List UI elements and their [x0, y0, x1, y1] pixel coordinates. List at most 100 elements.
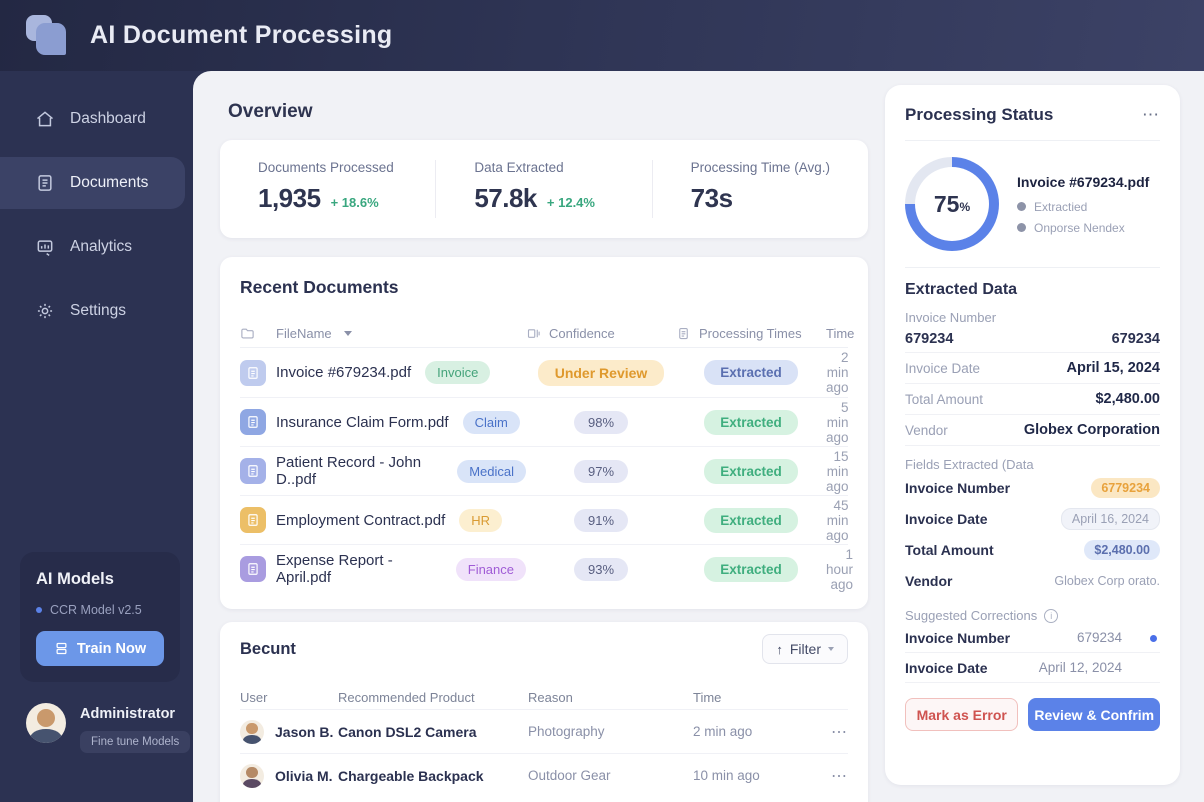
- sidebar-item-documents[interactable]: Documents: [0, 157, 185, 209]
- profile-name: Administrator: [80, 706, 176, 722]
- sidebar-item-dashboard[interactable]: Dashboard: [0, 93, 193, 145]
- table-row[interactable]: Insurance Claim Form.pdf Claim 98% Extra…: [240, 397, 849, 446]
- user-name: Olivia M.: [275, 767, 333, 784]
- ai-model-item: CCR Model v2.5: [36, 603, 164, 617]
- processing-status-panel: Processing Status ⋯ 75 % Invoice #679234…: [885, 85, 1180, 785]
- ai-models-title: AI Models: [36, 570, 114, 588]
- home-icon: [34, 109, 55, 130]
- field-label: Invoice Number: [905, 310, 997, 325]
- status-badge: Extracted: [704, 507, 798, 533]
- info-icon[interactable]: i: [1044, 608, 1059, 623]
- file-name: Insurance Claim Form.pdf: [276, 413, 449, 431]
- confidence-badge: Under Review: [537, 359, 665, 386]
- recommendations-table-header: User Recommended Product Reason Time: [240, 685, 848, 709]
- doc-file-icon: [240, 409, 266, 435]
- folder-icon: [240, 326, 276, 341]
- field-row: Total Amount $2,480.00: [905, 534, 1160, 565]
- chevron-down-icon: [343, 331, 352, 336]
- file-icon: [676, 326, 691, 341]
- column-processing-times[interactable]: Processing Times: [676, 326, 826, 341]
- profile-section: Administrator Fine tune Models: [26, 703, 191, 753]
- gear-icon: [34, 301, 55, 322]
- data-row: Vendor Globex Corporation: [905, 415, 1160, 446]
- file-name: Expense Report - April.pdf: [276, 552, 393, 586]
- column-product: Recommended Product: [338, 689, 475, 705]
- field-value-badge: $2,480.00: [1084, 539, 1160, 560]
- processing-file-name: Invoice #679234.pdf: [1017, 173, 1150, 190]
- row-time: 10 min ago: [693, 768, 760, 783]
- row-menu-icon[interactable]: ⋯: [823, 722, 848, 742]
- doc-file-icon: [240, 458, 266, 484]
- progress-percent: 75: [933, 190, 960, 217]
- model-name: CCR Model v2.5: [50, 603, 142, 617]
- column-confidence[interactable]: Confidence: [526, 326, 676, 341]
- field-row: Invoice Number 6779234: [905, 472, 1160, 503]
- doc-file-icon: [240, 507, 266, 533]
- stat-data-extracted: Data Extracted 57.8k + 12.4%: [435, 160, 651, 218]
- list-item[interactable]: Olivia M. Chargeable Backpack Outdoor Ge…: [240, 753, 848, 797]
- percent-sign: %: [959, 200, 971, 214]
- filter-label: Filter: [789, 641, 821, 657]
- doc-file-icon: [240, 359, 266, 386]
- stat-documents-processed: Documents Processed 1,935 + 18.6%: [220, 160, 435, 218]
- divider: [905, 140, 1160, 141]
- panel-menu-icon[interactable]: ⋯: [1142, 105, 1160, 125]
- data-row: Total Amount $2,480.00: [905, 384, 1160, 415]
- row-time: 2 min ago: [693, 724, 753, 739]
- stat-label: Processing Time (Avg.): [690, 160, 830, 175]
- arrow-up-icon: ↑: [776, 641, 783, 657]
- doc-type-tag: Medical: [457, 459, 526, 483]
- table-row[interactable]: Invoice #679234.pdf Invoice Under Review…: [240, 348, 849, 397]
- fine-tune-models-button[interactable]: Fine tune Models: [80, 731, 191, 753]
- column-user: User: [240, 689, 268, 705]
- field-row: Vendor Globex Corp orato.: [905, 572, 1160, 589]
- progress-ring: 75 %: [905, 157, 999, 251]
- stat-processing-time: Processing Time (Avg.) 73s: [651, 160, 868, 218]
- row-time: 5 min ago: [826, 399, 849, 445]
- column-time: Time: [693, 689, 722, 705]
- step-dot-icon: [1017, 223, 1026, 232]
- grid-icon: [526, 326, 541, 341]
- recent-documents-card: Recent Documents FileName Confidence Pro…: [220, 257, 868, 609]
- step-dot-icon: [1017, 202, 1026, 211]
- stat-value: 57.8k: [474, 183, 537, 213]
- sidebar: Dashboard Documents Analytics Settings A…: [0, 71, 193, 802]
- field-value-badge: 6779234: [1091, 477, 1160, 498]
- row-time: 1 hour ago: [826, 546, 854, 592]
- filter-button[interactable]: ↑ Filter: [762, 634, 848, 664]
- main-content: Overview Documents Processed 1,935 + 18.…: [193, 71, 1204, 802]
- stat-value: 73s: [690, 183, 733, 213]
- train-icon: [56, 642, 67, 655]
- invoice-number-row: 679234 679234: [905, 325, 1160, 353]
- train-now-label: Train Now: [76, 640, 147, 657]
- user-name: Jason B.: [275, 723, 334, 740]
- train-now-button[interactable]: Train Now: [36, 631, 164, 666]
- data-row: Invoice Date April 15, 2024: [905, 353, 1160, 384]
- row-time: 2 min ago: [826, 350, 849, 395]
- correction-indicator-dot: [1150, 635, 1157, 642]
- sidebar-item-settings[interactable]: Settings: [0, 285, 193, 337]
- list-item[interactable]: Jason B. Canon DSL2 Camera Photography 2…: [240, 709, 848, 753]
- column-filename[interactable]: FileName: [276, 326, 526, 341]
- row-menu-icon[interactable]: ⋯: [823, 766, 848, 786]
- review-confirm-button[interactable]: Review & Confrim: [1028, 698, 1160, 731]
- doc-type-tag: Finance: [455, 557, 526, 581]
- analytics-icon: [34, 237, 55, 258]
- status-badge: Extracted: [704, 409, 798, 435]
- mark-as-error-button[interactable]: Mark as Error: [905, 698, 1019, 731]
- stat-delta: + 12.4%: [546, 195, 595, 210]
- file-name: Patient Record - John D..pdf: [276, 454, 422, 488]
- chevron-down-icon: [828, 647, 834, 651]
- processing-step: Extractied: [1017, 200, 1149, 214]
- table-row[interactable]: Expense Report - April.pdf Finance 93% E…: [240, 544, 853, 593]
- sidebar-item-label: Analytics: [70, 238, 133, 255]
- confidence-badge: 97%: [573, 459, 629, 483]
- recommendations-title: Becunt: [240, 640, 296, 658]
- file-name: Employment Contract.pdf: [276, 511, 446, 529]
- column-time[interactable]: Time: [826, 326, 854, 341]
- extracted-data-title: Extracted Data: [905, 281, 1018, 298]
- avatar[interactable]: [26, 703, 66, 743]
- sidebar-item-analytics[interactable]: Analytics: [0, 221, 193, 273]
- table-row[interactable]: Employment Contract.pdf HR 91% Extracted…: [240, 495, 849, 544]
- table-row[interactable]: Patient Record - John D..pdf Medical 97%…: [240, 446, 849, 495]
